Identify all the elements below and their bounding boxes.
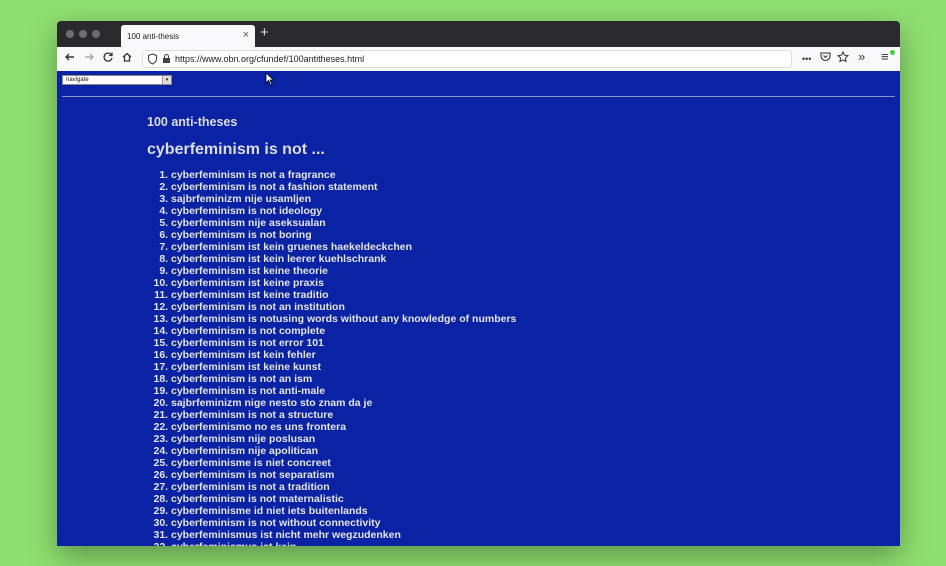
page-content: navigate ▾ 100 anti-theses cyberfeminism… bbox=[57, 71, 900, 546]
thesis-item: cyberfeminism ist keine theorie bbox=[171, 265, 516, 277]
tab-title: 100 anti-thesis bbox=[127, 32, 180, 41]
home-icon[interactable] bbox=[121, 51, 133, 66]
url-text[interactable]: https://www.obn.org/cfundef/100antithese… bbox=[175, 54, 364, 64]
mouse-cursor-icon bbox=[265, 72, 275, 86]
thesis-item: cyberfeminism is not an institution bbox=[171, 301, 516, 313]
thesis-item: cyberfeminism is not a fashion statement bbox=[171, 181, 516, 193]
maximize-window-icon[interactable] bbox=[92, 30, 100, 38]
thesis-item: sajbrfeminizm nige nesto sto znam da je bbox=[171, 397, 516, 409]
minimize-window-icon[interactable] bbox=[79, 30, 87, 38]
tab-close-icon[interactable]: × bbox=[243, 29, 249, 41]
thesis-item: cyberfeminism ist kein leerer kuehlschra… bbox=[171, 253, 516, 265]
thesis-item: cyberfeminisme is niet concreet bbox=[171, 457, 516, 469]
hamburger-menu-icon[interactable]: ≡ bbox=[881, 50, 889, 64]
overflow-chevron-icon[interactable]: » bbox=[858, 50, 865, 64]
horizontal-rule bbox=[62, 96, 895, 97]
thesis-item: cyberfeminism is not separatism bbox=[171, 469, 516, 481]
thesis-item: cyberfeminismus ist kein ... bbox=[171, 541, 516, 546]
thesis-item: cyberfeminismus ist nicht mehr wegzudenk… bbox=[171, 529, 516, 541]
thesis-item: cyberfeminism ist kein gruenes haekeldec… bbox=[171, 241, 516, 253]
thesis-item: cyberfeminism is not a structure bbox=[171, 409, 516, 421]
address-bar[interactable]: https://www.obn.org/cfundef/100antithese… bbox=[142, 50, 792, 68]
thesis-item: cyberfeminism ist keine praxis bbox=[171, 277, 516, 289]
thesis-item: cyberfeminism ist keine traditio bbox=[171, 289, 516, 301]
page-title: cyberfeminism is not ... bbox=[147, 141, 325, 158]
lock-icon[interactable] bbox=[162, 53, 171, 67]
thesis-item: cyberfeminism nije aseksualan bbox=[171, 217, 516, 229]
thesis-item: cyberfeminism nije apolitican bbox=[171, 445, 516, 457]
thesis-item: cyberfeminism is not anti-male bbox=[171, 385, 516, 397]
browser-window: 100 anti-thesis × + https://www.obn.org/… bbox=[57, 21, 900, 546]
bookmark-star-icon[interactable] bbox=[836, 50, 850, 66]
thesis-item: cyberfeminism is not an ism bbox=[171, 373, 516, 385]
thesis-item: cyberfeminism is not complete bbox=[171, 325, 516, 337]
navigate-select-value: navigate bbox=[66, 77, 89, 83]
thesis-item: cyberfeminism is not maternalistic bbox=[171, 493, 516, 505]
chevron-down-icon: ▾ bbox=[162, 76, 171, 84]
page-subtitle: 100 anti-theses bbox=[147, 115, 238, 129]
thesis-item: cyberfeminism is not a fragrance bbox=[171, 169, 516, 181]
thesis-item: cyberfeminism is not ideology bbox=[171, 205, 516, 217]
close-window-icon[interactable] bbox=[66, 30, 74, 38]
thesis-item: cyberfeminism is not without connectivit… bbox=[171, 517, 516, 529]
navigate-select[interactable]: navigate ▾ bbox=[62, 75, 172, 85]
page-actions-icon[interactable]: ••• bbox=[802, 52, 811, 66]
thesis-item: cyberfeminism is not boring bbox=[171, 229, 516, 241]
tab-active[interactable]: 100 anti-thesis × bbox=[121, 25, 255, 47]
update-badge-icon bbox=[890, 50, 895, 55]
tracking-shield-icon[interactable] bbox=[147, 53, 158, 68]
new-tab-icon[interactable]: + bbox=[260, 24, 269, 41]
back-icon[interactable] bbox=[64, 51, 76, 66]
thesis-item: cyberfeminism ist kein fehler bbox=[171, 349, 516, 361]
theses-list: cyberfeminism is not a fragrancecyberfem… bbox=[147, 169, 516, 546]
thesis-item: cyberfeminism ist keine kunst bbox=[171, 361, 516, 373]
thesis-item: cyberfeminism is notusing words without … bbox=[171, 313, 516, 325]
nav-toolbar: https://www.obn.org/cfundef/100antithese… bbox=[57, 47, 900, 72]
thesis-item: cyberfeminism nije poslusan bbox=[171, 433, 516, 445]
tab-strip: 100 anti-thesis × + bbox=[57, 21, 900, 47]
thesis-item: cyberfeminismo no es uns frontera bbox=[171, 421, 516, 433]
thesis-item: cyberfeminisme id niet iets buitenlands bbox=[171, 505, 516, 517]
thesis-item: cyberfeminism is not a tradition bbox=[171, 481, 516, 493]
thesis-item: sajbrfeminizm nije usamljen bbox=[171, 193, 516, 205]
thesis-item: cyberfeminism is not error 101 bbox=[171, 337, 516, 349]
forward-icon[interactable] bbox=[83, 51, 95, 66]
reload-icon[interactable] bbox=[102, 51, 114, 66]
pocket-icon[interactable] bbox=[820, 51, 831, 65]
